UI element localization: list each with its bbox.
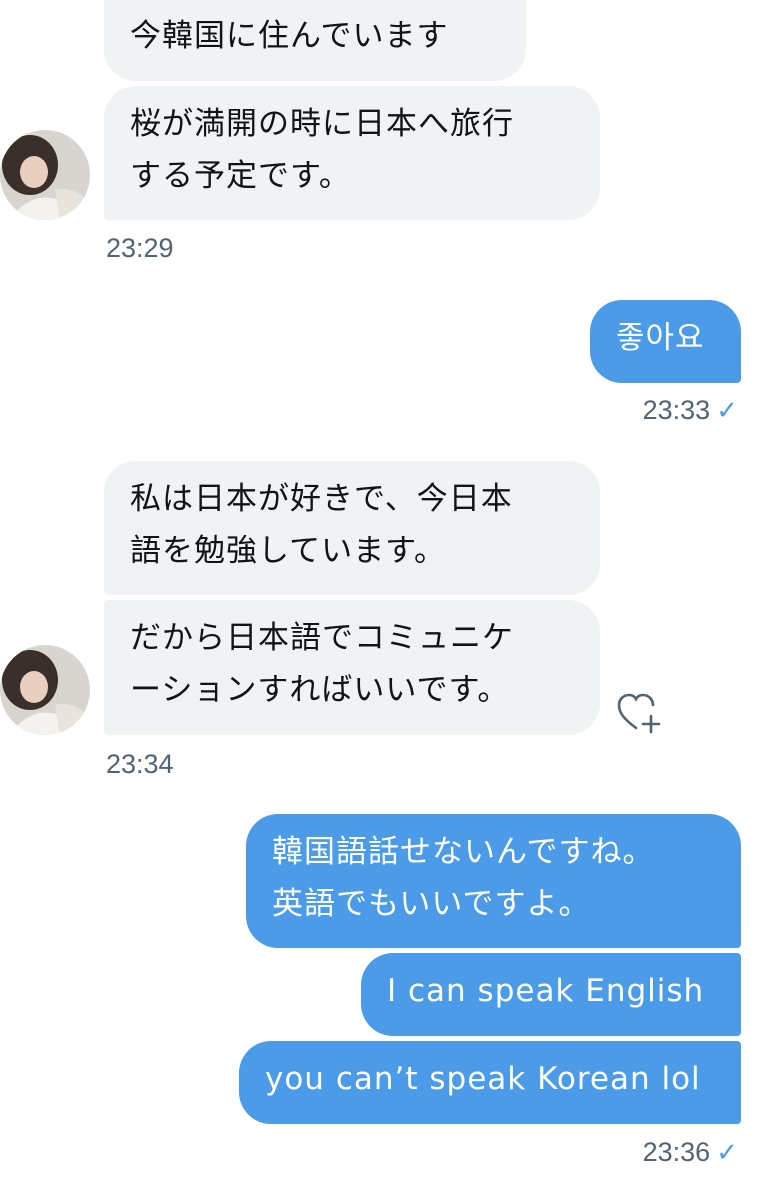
avatar-image [0,130,90,220]
timestamp-row: 23:36 ✓ [643,1136,738,1168]
user-avatar[interactable] [0,130,90,220]
outgoing-message-bubble[interactable]: 韓国語話せないんですね。 英語でもいいですよ。 [246,814,741,948]
avatar-image [0,645,90,735]
heart-plus-icon[interactable] [616,690,662,736]
user-avatar[interactable] [0,645,90,735]
timestamp: 23:36 [642,1137,711,1167]
incoming-message-bubble[interactable]: 桜が満開の時に日本へ旅行 する予定です。 [104,86,600,220]
timestamp-row: 23:33 ✓ [643,394,738,426]
timestamp: 23:34 [106,749,174,779]
checkmark-icon: ✓ [716,395,738,425]
timestamp: 23:29 [106,233,174,263]
incoming-message-bubble[interactable]: 今韓国に住んでいます [104,0,526,81]
incoming-message-bubble[interactable]: だから日本語でコミュニケ ーションすればいいです。 [104,600,600,735]
timestamp: 23:33 [642,395,711,425]
incoming-message-bubble[interactable]: 私は日本が好きで、今日本 語を勉強しています。 [104,461,600,595]
checkmark-icon: ✓ [716,1137,738,1167]
outgoing-message-bubble[interactable]: I can speak English [361,953,741,1036]
outgoing-message-bubble[interactable]: 좋아요 [590,300,741,383]
outgoing-message-bubble[interactable]: you can’t speak Korean lol [239,1041,741,1124]
